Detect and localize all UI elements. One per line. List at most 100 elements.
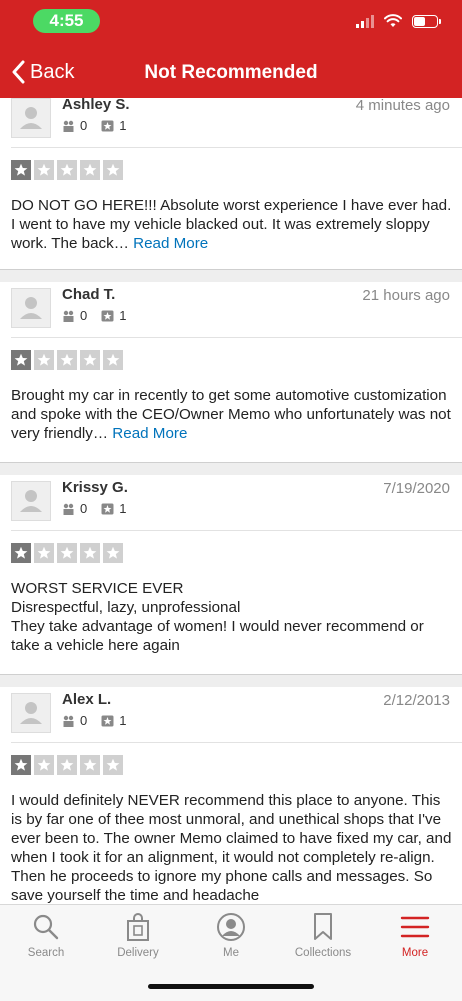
reviewer-stats: 0 1: [62, 501, 126, 516]
review-date: 2/12/2013: [383, 692, 450, 709]
friends-count: 0: [80, 713, 88, 728]
review-text: I would definitely NEVER recommend this …: [11, 791, 452, 904]
star-icon: [34, 755, 54, 775]
star-rating: [11, 543, 123, 563]
search-icon: [33, 914, 59, 940]
shopping-bag-icon: [127, 913, 149, 941]
back-label: Back: [30, 60, 75, 83]
review-count: 1: [119, 501, 127, 516]
tab-me[interactable]: Me: [185, 911, 277, 959]
star-rating: [11, 755, 123, 775]
friends-icon: [63, 503, 74, 515]
friends-icon: [63, 120, 74, 132]
read-more-link[interactable]: Read More: [112, 425, 187, 442]
tab-label: Collections: [294, 947, 352, 959]
star-icon: [34, 160, 54, 180]
review-count: 1: [119, 308, 127, 323]
star-icon: [34, 543, 54, 563]
review-count: 1: [119, 713, 127, 728]
tab-delivery[interactable]: Delivery: [92, 911, 184, 959]
review-date: 7/19/2020: [383, 480, 450, 497]
review-body: I would definitely NEVER recommend this …: [11, 792, 452, 904]
avatar[interactable]: [11, 693, 51, 733]
reviewer-name[interactable]: Ashley S.: [62, 98, 130, 113]
review-count-icon: [101, 715, 114, 726]
review-item: Alex L. 2/12/2013 0 1 I would definitely…: [0, 687, 462, 904]
star-icon: [103, 755, 123, 775]
star-icon: [34, 350, 54, 370]
battery-icon: [412, 14, 441, 28]
bookmark-icon: [314, 913, 332, 940]
status-indicators: [356, 14, 441, 28]
app-header: 4:55 Back Not Recommended: [0, 0, 462, 98]
friends-icon: [63, 310, 74, 322]
back-button[interactable]: Back: [12, 60, 74, 84]
star-icon: [103, 160, 123, 180]
avatar[interactable]: [11, 481, 51, 521]
star-icon: [80, 543, 100, 563]
user-silhouette-icon: [20, 490, 42, 512]
star-icon: [103, 543, 123, 563]
tab-more[interactable]: More: [369, 911, 461, 959]
chevron-left-icon: [12, 60, 25, 84]
star-icon: [11, 543, 31, 563]
friends-count: 0: [80, 501, 88, 516]
review-body: Brought my car in recently to get some a…: [11, 387, 451, 442]
review-count-icon: [101, 310, 114, 321]
review-text: DO NOT GO HERE!!! Absolute worst experie…: [11, 196, 452, 253]
star-rating: [11, 160, 123, 180]
friends-count: 0: [80, 308, 88, 323]
avatar[interactable]: [11, 98, 51, 138]
tab-label: Search: [27, 947, 65, 959]
review-header: Ashley S. 4 minutes ago 0 1: [0, 98, 462, 148]
review-list[interactable]: Ashley S. 4 minutes ago 0 1 DO NOT GO HE…: [0, 98, 462, 904]
reviewer-stats: 0 1: [62, 713, 126, 728]
star-icon: [57, 160, 77, 180]
review-body: WORST SERVICE EVER Disrespectful, lazy, …: [11, 580, 424, 654]
reviewer-name[interactable]: Alex L.: [62, 691, 111, 708]
star-icon: [80, 350, 100, 370]
cellular-signal-icon: [356, 14, 374, 28]
star-icon: [57, 350, 77, 370]
review-item: Chad T. 21 hours ago 0 1 Brought my car …: [0, 282, 462, 463]
star-icon: [11, 350, 31, 370]
tab-label: Delivery: [117, 947, 159, 959]
star-rating: [11, 350, 123, 370]
review-date: 4 minutes ago: [355, 98, 450, 114]
star-icon: [103, 350, 123, 370]
review-count-icon: [101, 120, 114, 131]
reviewer-name[interactable]: Chad T.: [62, 286, 115, 303]
review-header: Alex L. 2/12/2013 0 1: [0, 687, 462, 743]
reviewer-stats: 0 1: [62, 308, 126, 323]
user-silhouette-icon: [20, 297, 42, 319]
reviewer-name[interactable]: Krissy G.: [62, 479, 128, 496]
tab-label: Me: [223, 947, 239, 959]
star-icon: [57, 755, 77, 775]
review-header: Chad T. 21 hours ago 0 1: [0, 282, 462, 338]
avatar[interactable]: [11, 288, 51, 328]
reviewer-stats: 0 1: [62, 118, 126, 133]
tab-search[interactable]: Search: [0, 911, 92, 959]
review-item: Krissy G. 7/19/2020 0 1 WORST SERVICE EV…: [0, 475, 462, 675]
star-icon: [57, 543, 77, 563]
review-header: Krissy G. 7/19/2020 0 1: [0, 475, 462, 531]
review-count: 1: [119, 118, 127, 133]
tab-collections[interactable]: Collections: [277, 911, 369, 959]
home-indicator[interactable]: [148, 984, 314, 989]
friends-icon: [63, 715, 74, 727]
read-more-link[interactable]: Read More: [133, 235, 208, 252]
profile-icon: [217, 913, 245, 941]
wifi-icon: [384, 14, 402, 27]
review-item: Ashley S. 4 minutes ago 0 1 DO NOT GO HE…: [0, 98, 462, 270]
review-count-icon: [101, 503, 114, 514]
star-icon: [80, 755, 100, 775]
star-icon: [80, 160, 100, 180]
star-icon: [11, 755, 31, 775]
review-text: Brought my car in recently to get some a…: [11, 386, 452, 443]
review-body: DO NOT GO HERE!!! Absolute worst experie…: [11, 197, 452, 252]
status-time: 4:55: [33, 9, 100, 33]
user-silhouette-icon: [20, 107, 42, 129]
tab-label: More: [401, 947, 429, 959]
star-icon: [11, 160, 31, 180]
friends-count: 0: [80, 118, 88, 133]
